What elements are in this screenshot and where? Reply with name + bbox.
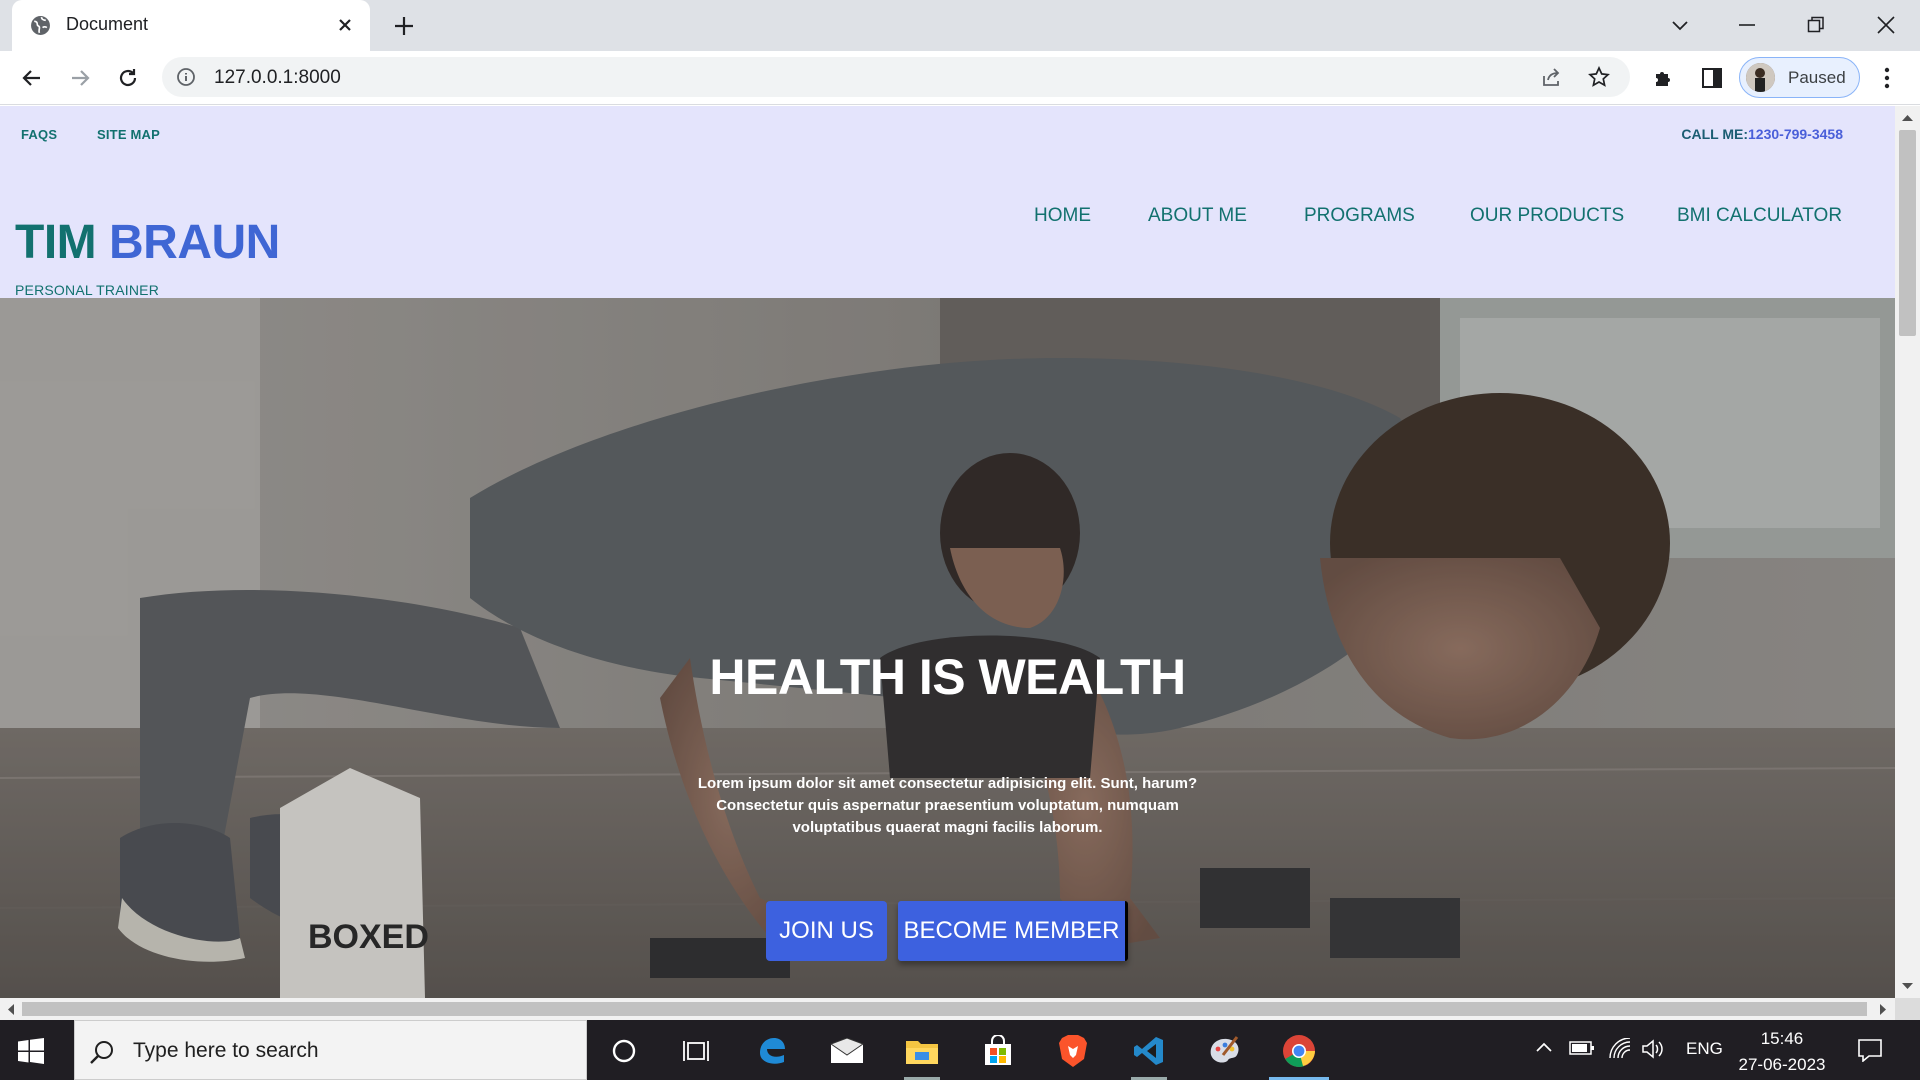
brand-tagline: PERSONAL TRAINER xyxy=(15,282,160,298)
hero-description-line: Consectetur quis aspernatur praesentium … xyxy=(716,797,1179,814)
tab-title: Document xyxy=(66,14,149,34)
scrollbar-corner xyxy=(1895,998,1920,1020)
hero-description: Lorem ipsum dolor sit amet consectetur a… xyxy=(680,773,1215,839)
battery-icon[interactable] xyxy=(1569,1038,1595,1058)
extensions-puzzle-icon[interactable] xyxy=(1650,64,1678,92)
browser-tab-strip: Document xyxy=(0,0,1920,51)
brave-browser-icon[interactable] xyxy=(1051,1030,1095,1072)
clock-time: 15:46 xyxy=(1760,1029,1804,1048)
site-header: FAQS SITE MAP CALL ME:1230-799-3458 TIM … xyxy=(0,106,1895,298)
scroll-down-arrow-icon[interactable] xyxy=(1902,982,1913,990)
url-text: 127.0.0.1:8000 xyxy=(214,67,341,88)
paint-app-icon[interactable] xyxy=(1202,1030,1246,1072)
hero-title: HEALTH IS WEALTH xyxy=(709,649,1186,705)
show-hidden-icons-chevron-icon[interactable] xyxy=(1534,1038,1554,1058)
horizontal-scroll-thumb[interactable] xyxy=(22,1002,1867,1016)
tab-search-chevron-icon[interactable] xyxy=(1660,10,1700,40)
forward-arrow-icon[interactable] xyxy=(66,64,94,92)
scroll-up-arrow-icon[interactable] xyxy=(1902,114,1913,122)
nav-bmi-calculator[interactable]: BMI CALCULATOR xyxy=(1677,205,1842,227)
page-viewport: FAQS SITE MAP CALL ME:1230-799-3458 TIM … xyxy=(0,106,1895,998)
site-map-link[interactable]: SITE MAP xyxy=(97,127,160,142)
vertical-scrollbar[interactable] xyxy=(1895,106,1920,998)
profile-status-label: Paused xyxy=(1788,68,1846,87)
scroll-right-arrow-icon[interactable] xyxy=(1879,1004,1887,1015)
notifications-icon[interactable] xyxy=(1857,1038,1883,1062)
taskbar-clock[interactable]: 15:46 27-06-2023 xyxy=(1737,1026,1827,1078)
hero-description-line: voluptatibus quaerat magni facilis labor… xyxy=(792,819,1103,836)
address-bar[interactable]: 127.0.0.1:8000 xyxy=(162,57,1630,97)
mail-icon[interactable] xyxy=(825,1030,869,1072)
search-placeholder: Type here to search xyxy=(133,1039,319,1062)
search-icon xyxy=(89,1039,115,1065)
join-us-button[interactable]: JOIN US xyxy=(766,901,887,961)
menu-kebab-icon[interactable] xyxy=(1873,64,1901,92)
restore-icon[interactable] xyxy=(1796,10,1836,40)
windows-taskbar: Type here to search ENG 15:46 27-06-2023 xyxy=(0,1020,1920,1080)
clock-date: 27-06-2023 xyxy=(1738,1055,1826,1074)
close-icon[interactable] xyxy=(334,14,356,36)
chrome-browser-icon[interactable] xyxy=(1269,1030,1329,1080)
call-number[interactable]: 1230-799-3458 xyxy=(1748,126,1843,142)
avatar xyxy=(1746,63,1775,92)
profile-button[interactable]: Paused xyxy=(1739,57,1860,98)
nav-home[interactable]: HOME xyxy=(1034,205,1091,227)
nav-our-products[interactable]: OUR PRODUCTS xyxy=(1470,205,1624,227)
side-panel-icon[interactable] xyxy=(1698,64,1726,92)
faqs-link[interactable]: FAQS xyxy=(21,127,57,142)
browser-tab[interactable]: Document xyxy=(12,0,370,51)
globe-icon xyxy=(30,15,51,36)
back-arrow-icon[interactable] xyxy=(18,64,46,92)
reload-icon[interactable] xyxy=(114,64,142,92)
vscode-icon[interactable] xyxy=(1127,1030,1171,1080)
site-logo[interactable]: TIM BRAUN xyxy=(15,215,280,270)
new-tab-plus-icon[interactable] xyxy=(392,14,416,38)
nav-about-me[interactable]: ABOUT ME xyxy=(1148,205,1247,227)
call-label: CALL ME: xyxy=(1681,126,1749,142)
scroll-left-arrow-icon[interactable] xyxy=(7,1004,15,1015)
bookmark-star-icon[interactable] xyxy=(1588,66,1610,88)
volume-icon[interactable] xyxy=(1641,1038,1665,1060)
site-info-icon[interactable] xyxy=(176,67,196,87)
file-explorer-icon[interactable] xyxy=(900,1030,944,1080)
brand-last-name: BRAUN xyxy=(108,216,280,269)
task-view-icon[interactable] xyxy=(674,1030,718,1072)
horizontal-scrollbar[interactable] xyxy=(0,998,1895,1020)
brand-first-name: TIM xyxy=(15,216,97,269)
window-close-icon[interactable] xyxy=(1866,10,1906,40)
call-info: CALL ME:1230-799-3458 xyxy=(1681,126,1843,142)
hero-section: BOXED HEALTH IS WEALTH Lorem ipsum dolor… xyxy=(0,298,1895,998)
minimize-icon[interactable] xyxy=(1727,10,1767,40)
hero-description-line: Lorem ipsum dolor sit amet consectetur a… xyxy=(697,775,1198,792)
taskbar-search-box[interactable]: Type here to search xyxy=(74,1020,587,1080)
nav-programs[interactable]: PROGRAMS xyxy=(1304,205,1415,227)
become-member-button[interactable]: BECOME MEMBER xyxy=(898,901,1128,961)
browser-toolbar: 127.0.0.1:8000 Paused xyxy=(0,51,1920,105)
windows-start-icon[interactable] xyxy=(18,1038,44,1064)
input-language-indicator[interactable]: ENG xyxy=(1686,1039,1723,1059)
wifi-icon[interactable] xyxy=(1608,1038,1632,1060)
microsoft-store-icon[interactable] xyxy=(976,1030,1020,1072)
cortana-icon[interactable] xyxy=(602,1030,646,1072)
share-icon[interactable] xyxy=(1540,66,1562,88)
edge-browser-icon[interactable] xyxy=(750,1030,794,1072)
vertical-scroll-thumb[interactable] xyxy=(1899,130,1916,336)
